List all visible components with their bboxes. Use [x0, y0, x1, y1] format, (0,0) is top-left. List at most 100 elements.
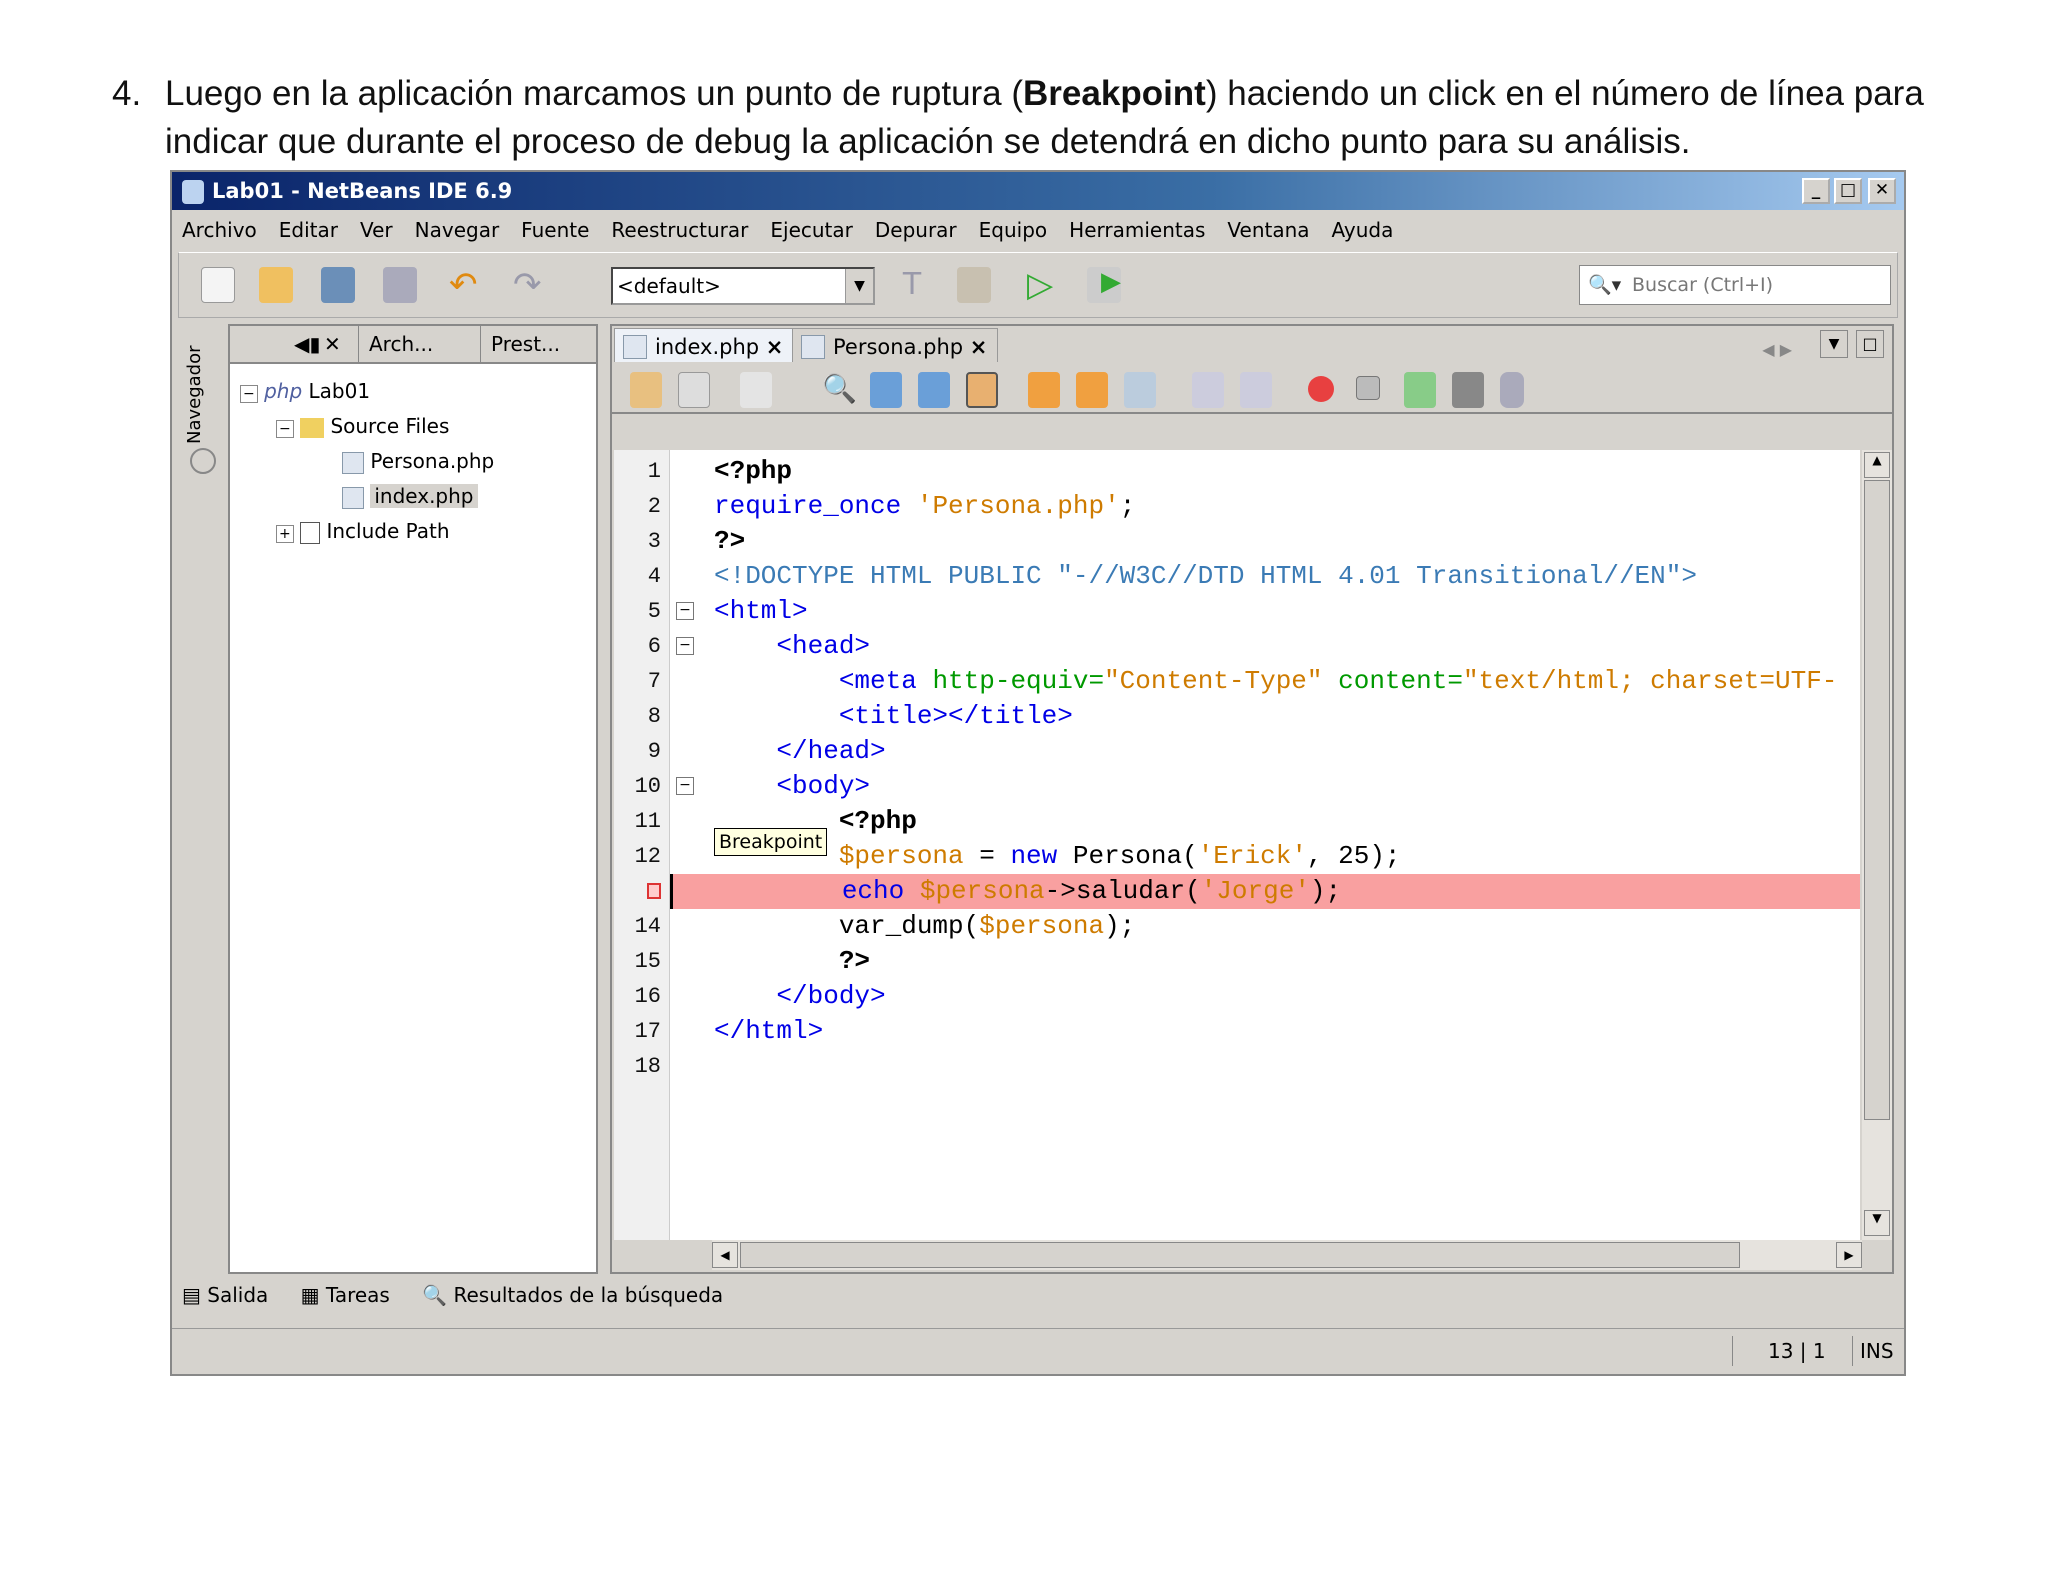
- fold-toggle-icon[interactable]: −: [676, 602, 694, 620]
- line-number[interactable]: 3: [648, 524, 661, 559]
- minimize-button[interactable]: _: [1802, 178, 1830, 204]
- save-all-icon[interactable]: [383, 267, 417, 303]
- back-icon[interactable]: [678, 372, 710, 408]
- scroll-right-icon[interactable]: ▶: [1836, 1242, 1862, 1268]
- tree-item-include-path[interactable]: + Include Path: [276, 516, 450, 549]
- line-number[interactable]: 14: [635, 909, 661, 944]
- debug-icon[interactable]: ▶: [1087, 267, 1121, 303]
- toggle-highlight-icon[interactable]: [966, 372, 998, 408]
- search-input[interactable]: 🔍▾ Buscar (Ctrl+I): [1579, 265, 1891, 305]
- redo-icon[interactable]: ↷: [513, 267, 547, 303]
- menu-reestructurar[interactable]: Reestructurar: [611, 218, 748, 242]
- line-number[interactable]: 17: [635, 1014, 661, 1049]
- new-project-icon[interactable]: [259, 267, 293, 303]
- find-next-icon[interactable]: [918, 372, 950, 408]
- close-button[interactable]: ✕: [1868, 178, 1896, 204]
- code-line[interactable]: echo $persona->saludar('Jorge');: [670, 874, 1860, 909]
- tab-list-icon[interactable]: ▼: [1820, 330, 1848, 358]
- horizontal-scroll-thumb[interactable]: [740, 1242, 1740, 1268]
- code-line[interactable]: <?php: [714, 454, 792, 489]
- tab-services[interactable]: Prest...: [480, 326, 560, 362]
- line-number[interactable]: 18: [635, 1049, 661, 1084]
- line-number[interactable]: 4: [648, 559, 661, 594]
- comment-icon[interactable]: [1404, 372, 1436, 408]
- line-number[interactable]: 1: [648, 454, 661, 489]
- tab-persona-php[interactable]: Persona.php ×: [792, 328, 999, 362]
- line-number[interactable]: 11: [635, 804, 661, 839]
- line-number[interactable]: 16: [635, 979, 661, 1014]
- next-bookmark-icon[interactable]: [1076, 372, 1108, 408]
- tab-output[interactable]: ▤ Salida: [182, 1283, 268, 1307]
- menu-archivo[interactable]: Archivo: [182, 218, 257, 242]
- code-line[interactable]: <meta http-equiv="Content-Type" content=…: [714, 664, 1838, 699]
- scroll-left-icon[interactable]: ◀: [712, 1242, 738, 1268]
- menu-ver[interactable]: Ver: [360, 218, 393, 242]
- scroll-up-icon[interactable]: ▲: [1864, 452, 1890, 478]
- menu-equipo[interactable]: Equipo: [979, 218, 1048, 242]
- configuration-select[interactable]: <default> ▼: [611, 267, 875, 305]
- line-number[interactable]: 7: [648, 664, 661, 699]
- tab-index-php[interactable]: index.php ×: [614, 328, 795, 362]
- menu-depurar[interactable]: Depurar: [875, 218, 957, 242]
- toggle-bookmark-icon[interactable]: [1124, 372, 1156, 408]
- close-tab-icon[interactable]: ×: [766, 335, 784, 359]
- run-icon[interactable]: ▷: [1027, 267, 1061, 303]
- menu-navegar[interactable]: Navegar: [415, 218, 500, 242]
- menu-fuente[interactable]: Fuente: [521, 218, 589, 242]
- code-line[interactable]: ?>: [714, 944, 870, 979]
- tab-tasks[interactable]: ▦ Tareas: [301, 1283, 390, 1307]
- navigator-strip[interactable]: Navegador: [180, 324, 224, 1274]
- stop-macro-icon[interactable]: [1356, 376, 1380, 400]
- tree-item-persona-php[interactable]: Persona.php: [342, 446, 494, 476]
- code-editor[interactable]: 1 2 3 4 5 6 7 8 9 10 11 12 14 15 16 17 18 <?php require_o…: [614, 450, 1860, 1240]
- open-project-icon[interactable]: [321, 267, 355, 303]
- line-number[interactable]: 10: [635, 769, 661, 804]
- horizontal-scrollbar[interactable]: ◀ ▶: [712, 1240, 1862, 1270]
- database-icon[interactable]: [1500, 372, 1524, 408]
- forward-icon[interactable]: [740, 372, 772, 408]
- scroll-thumb[interactable]: [1864, 480, 1890, 1120]
- fold-toggle-icon[interactable]: −: [676, 637, 694, 655]
- code-line[interactable]: ?>: [714, 524, 745, 559]
- tree-item-source-files[interactable]: − Source Files: [276, 411, 449, 444]
- maximize-editor-icon[interactable]: □: [1856, 330, 1884, 358]
- menu-ejecutar[interactable]: Ejecutar: [770, 218, 853, 242]
- uncomment-icon[interactable]: [1452, 372, 1484, 408]
- menu-editar[interactable]: Editar: [279, 218, 338, 242]
- vertical-scrollbar[interactable]: ▲ ▼: [1862, 450, 1892, 1240]
- record-macro-icon[interactable]: [1308, 376, 1334, 402]
- line-number[interactable]: 15: [635, 944, 661, 979]
- menu-ayuda[interactable]: Ayuda: [1332, 218, 1394, 242]
- tree-item-project[interactable]: − php Lab01: [240, 376, 370, 409]
- line-number[interactable]: 9: [648, 734, 661, 769]
- code-line[interactable]: <title></title>: [714, 699, 1073, 734]
- close-tab-icon[interactable]: ×: [970, 335, 988, 359]
- fold-toggle-icon[interactable]: −: [676, 777, 694, 795]
- line-number[interactable]: 6: [648, 629, 661, 664]
- minimize-panel-icon[interactable]: ◀▮: [294, 326, 320, 362]
- build-icon[interactable]: T: [895, 267, 929, 303]
- undo-icon[interactable]: ↶: [449, 267, 483, 303]
- close-panel-icon[interactable]: ✕: [324, 326, 341, 362]
- code-line[interactable]: require_once 'Persona.php';: [714, 489, 1135, 524]
- find-previous-icon[interactable]: [870, 372, 902, 408]
- code-line[interactable]: <body>: [714, 769, 870, 804]
- code-line[interactable]: <head>: [714, 629, 870, 664]
- line-number[interactable]: 8: [648, 699, 661, 734]
- line-number[interactable]: 2: [648, 489, 661, 524]
- clean-build-icon[interactable]: [957, 267, 991, 303]
- code-line[interactable]: </body>: [714, 979, 885, 1014]
- code-line[interactable]: </head>: [714, 734, 885, 769]
- new-file-icon[interactable]: [201, 267, 235, 303]
- previous-bookmark-icon[interactable]: [1028, 372, 1060, 408]
- last-edit-icon[interactable]: [630, 372, 662, 408]
- line-number[interactable]: [647, 874, 661, 909]
- code-line[interactable]: <html>: [714, 594, 808, 629]
- menu-herramientas[interactable]: Herramientas: [1069, 218, 1205, 242]
- shift-right-icon[interactable]: [1240, 372, 1272, 408]
- menu-ventana[interactable]: Ventana: [1227, 218, 1309, 242]
- maximize-button[interactable]: □: [1834, 178, 1862, 204]
- tree-item-index-php[interactable]: index.php: [342, 481, 478, 511]
- code-line[interactable]: var_dump($persona);: [714, 909, 1135, 944]
- scroll-down-icon[interactable]: ▼: [1864, 1210, 1890, 1236]
